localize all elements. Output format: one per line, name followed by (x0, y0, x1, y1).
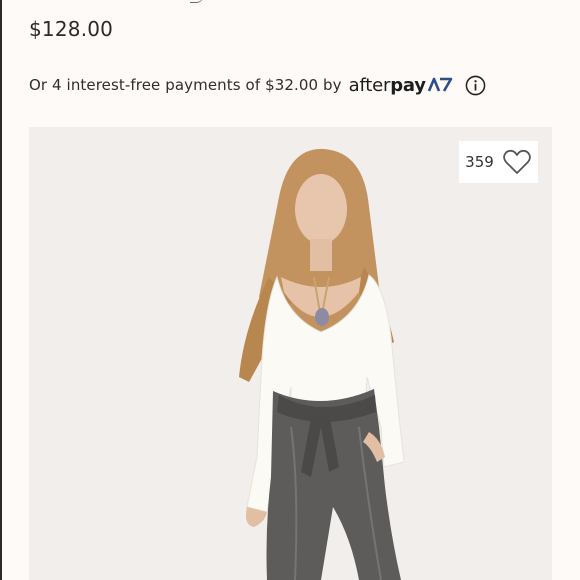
afterpay-arrows-icon (427, 77, 453, 92)
page-edge-line (0, 0, 2, 580)
likes-count: 359 (465, 153, 494, 171)
product-price: $128.00 (29, 17, 114, 41)
product-image[interactable]: 359 (29, 127, 552, 580)
model-photo (29, 127, 552, 580)
afterpay-logo-pay: pay (390, 74, 426, 96)
afterpay-message: Or 4 interest-free payments of $32.00 by (29, 76, 342, 94)
info-circle-icon[interactable] (465, 75, 486, 96)
cropped-text-fragment (190, 0, 204, 3)
afterpay-logo-after: after (348, 74, 391, 96)
afterpay-installments: Or 4 interest-free payments of $32.00 by… (29, 72, 486, 98)
like-button[interactable]: 359 (459, 141, 538, 183)
heart-outline-icon (503, 149, 531, 174)
afterpay-logo: after pay (349, 75, 453, 96)
